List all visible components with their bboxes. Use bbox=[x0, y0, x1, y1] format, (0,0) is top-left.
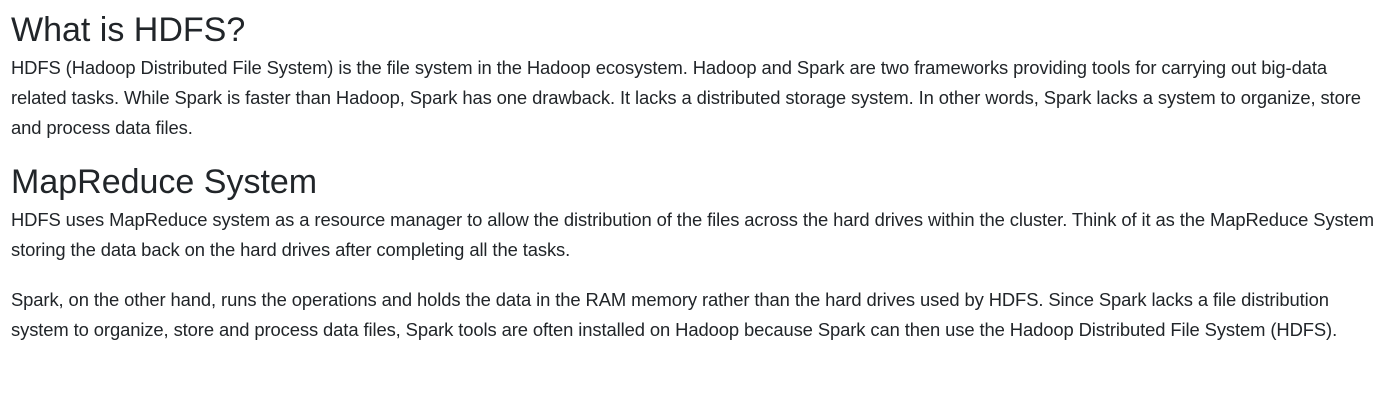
mapreduce-paragraph: HDFS uses MapReduce system as a resource… bbox=[11, 209, 1375, 260]
spark-paragraph: Spark, on the other hand, runs the opera… bbox=[11, 289, 1338, 340]
section-heading-what-is-hdfs: What is HDFS? bbox=[11, 11, 246, 49]
article-content: What is HDFS? HDFS (Hadoop Distributed F… bbox=[0, 0, 1382, 345]
section-heading-mapreduce-system: MapReduce System bbox=[11, 163, 318, 201]
hdfs-intro-paragraph: HDFS (Hadoop Distributed File System) is… bbox=[11, 57, 1361, 138]
